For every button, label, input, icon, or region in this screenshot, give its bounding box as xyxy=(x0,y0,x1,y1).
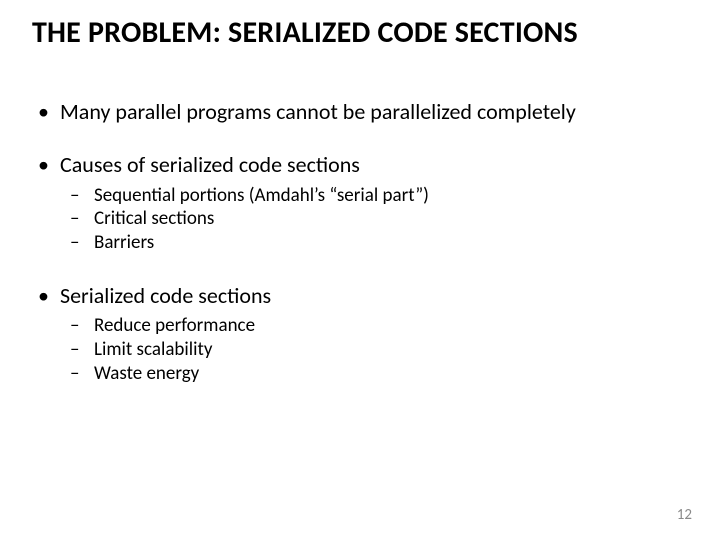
bullet-item: Many parallel programs cannot be paralle… xyxy=(60,99,688,124)
sub-bullet-list: Reduce performance Limit scalability Was… xyxy=(60,314,688,385)
sub-bullet-item: Waste energy xyxy=(94,362,688,386)
sub-bullet-item: Barriers xyxy=(94,231,688,255)
bullet-text: Causes of serialized code sections xyxy=(60,151,360,178)
sub-bullet-text: Barriers xyxy=(94,231,154,254)
bullet-item: Serialized code sections Reduce performa… xyxy=(60,283,688,386)
sub-bullet-text: Reduce performance xyxy=(94,314,255,337)
sub-bullet-item: Sequential portions (Amdahl’s “serial pa… xyxy=(94,184,688,208)
sub-bullet-text: Waste energy xyxy=(94,362,199,385)
sub-bullet-text: Limit scalability xyxy=(94,338,212,361)
sub-bullet-text: Sequential portions (Amdahl’s “serial pa… xyxy=(94,184,429,207)
sub-bullet-item: Critical sections xyxy=(94,207,688,231)
bullet-item: Causes of serialized code sections Seque… xyxy=(60,152,688,255)
slide: THE PROBLEM: SERIALIZED CODE SECTIONS Ma… xyxy=(0,0,720,540)
bullet-text: Serialized code sections xyxy=(60,282,271,309)
sub-bullet-item: Reduce performance xyxy=(94,314,688,338)
slide-title: THE PROBLEM: SERIALIZED CODE SECTIONS xyxy=(32,14,688,51)
sub-bullet-list: Sequential portions (Amdahl’s “serial pa… xyxy=(60,184,688,255)
sub-bullet-item: Limit scalability xyxy=(94,338,688,362)
slide-content: Many parallel programs cannot be paralle… xyxy=(32,99,688,385)
page-number: 12 xyxy=(677,506,692,524)
bullet-list: Many parallel programs cannot be paralle… xyxy=(32,99,688,385)
sub-bullet-text: Critical sections xyxy=(94,207,214,230)
bullet-text: Many parallel programs cannot be paralle… xyxy=(60,98,576,125)
